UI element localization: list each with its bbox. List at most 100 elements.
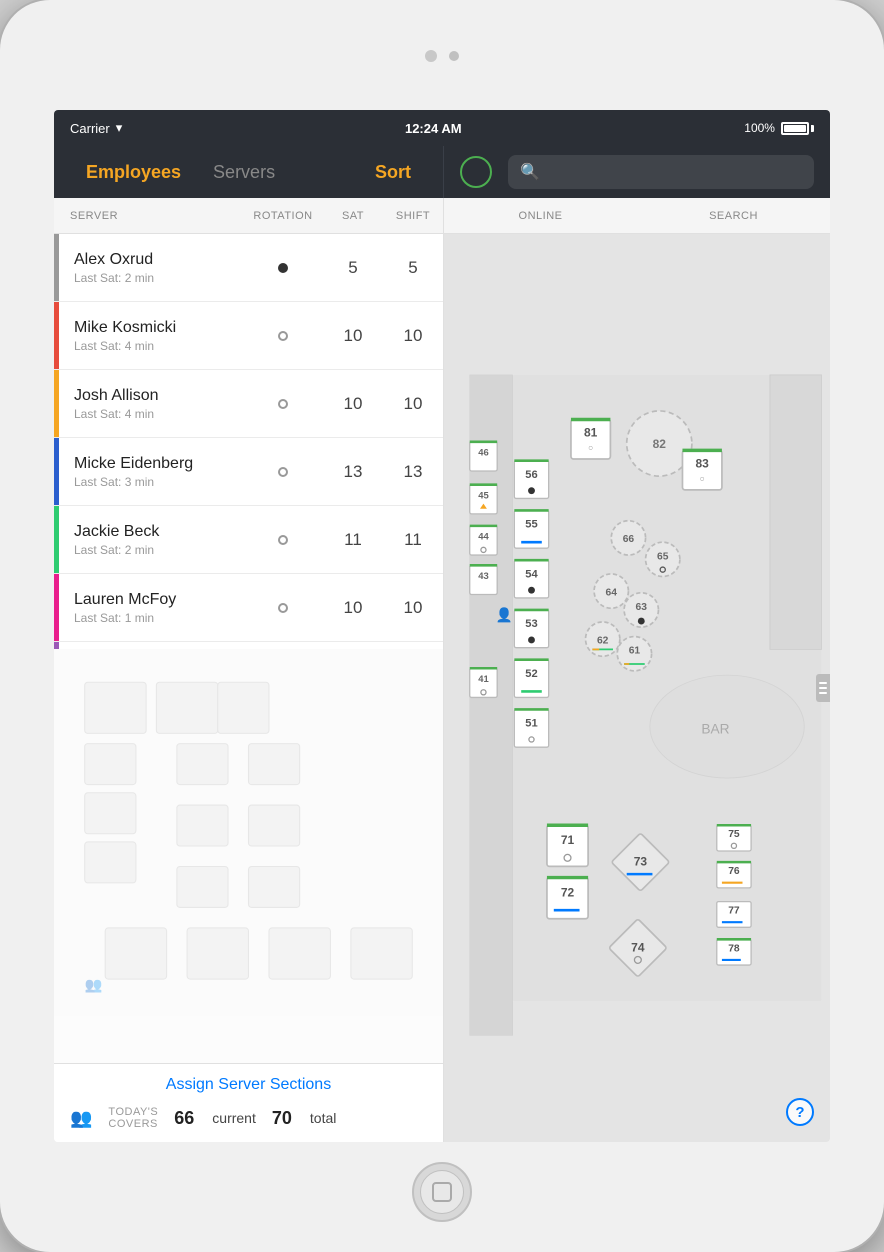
carrier-label: Carrier [70, 121, 110, 136]
employee-sub: Last Sat: 2 min [74, 543, 243, 557]
sat-cell: 10 [323, 598, 383, 618]
employee-info: Jackie Beck Last Sat: 2 min [70, 523, 243, 557]
shift-cell: 10 [383, 326, 443, 346]
content-area: SERVER ROTATION SAT SHIFT Alex Oxrud Las… [54, 198, 830, 1142]
svg-text:43: 43 [478, 570, 488, 581]
device: Carrier ▾ 12:24 AM 100% Employees Server… [0, 0, 884, 1252]
covers-row: 👥 TODAY'SCOVERS 66 current 70 total [70, 1106, 427, 1130]
svg-text:54: 54 [525, 568, 538, 580]
employee-color-bar [54, 234, 59, 301]
svg-text:72: 72 [561, 885, 575, 899]
svg-text:77: 77 [728, 906, 740, 917]
status-right: 100% [744, 121, 814, 135]
rotation-dot-empty [278, 331, 288, 341]
svg-text:82: 82 [653, 437, 667, 451]
svg-text:63: 63 [636, 602, 648, 613]
employee-sub: Last Sat: 3 min [74, 475, 243, 489]
employee-color-bar [54, 574, 59, 641]
nav-right: 🔍 [444, 146, 830, 198]
covers-label-block: TODAY'SCOVERS [108, 1106, 158, 1130]
employee-sub: Last Sat: 1 min [74, 611, 243, 625]
header-sat: SAT [323, 198, 383, 233]
svg-text:75: 75 [728, 829, 740, 840]
sat-cell: 11 [323, 530, 383, 550]
rotation-cell [243, 535, 323, 545]
shift-cell: 13 [383, 462, 443, 482]
employee-list: Alex Oxrud Last Sat: 2 min55Mike Kosmick… [54, 234, 443, 649]
svg-text:44: 44 [478, 531, 489, 542]
screen: Carrier ▾ 12:24 AM 100% Employees Server… [54, 110, 830, 1142]
nav-bar: Employees Servers Sort 🔍 [54, 146, 830, 198]
tab-servers[interactable]: Servers [197, 146, 291, 198]
svg-text:66: 66 [623, 534, 635, 545]
rotation-cell [243, 467, 323, 477]
employee-row[interactable]: Mike Kosmicki Last Sat: 4 min 1010 [54, 302, 443, 370]
search-box[interactable]: 🔍 [508, 155, 814, 189]
svg-text:○: ○ [588, 442, 593, 452]
rotation-dot-empty [278, 467, 288, 477]
battery-percent: 100% [744, 121, 775, 135]
svg-text:BAR: BAR [701, 721, 729, 736]
svg-text:56: 56 [525, 469, 537, 481]
floor-map: ONLINE SEARCH [444, 198, 830, 1142]
employee-row[interactable]: Josh Allison Last Sat: 4 min1010 [54, 370, 443, 438]
svg-text:62: 62 [597, 635, 609, 646]
rotation-dot-empty [278, 603, 288, 613]
employee-color-bar [54, 302, 59, 369]
right-panel [816, 674, 830, 702]
floor-plan-svg: BAR 81 ○ 82 [444, 234, 830, 1142]
panel-line-2 [819, 687, 827, 689]
employee-name: Micke Eidenberg [74, 455, 243, 473]
rotation-cell [243, 331, 323, 341]
employee-name: Jackie Beck [74, 523, 243, 541]
header-server: SERVER [70, 198, 243, 233]
employee-row[interactable]: Lauren McFoy Last Sat: 1 min1010 [54, 574, 443, 642]
employee-color-bar [54, 370, 59, 437]
svg-text:41: 41 [478, 673, 488, 684]
header-online: ONLINE [444, 198, 637, 233]
rotation-dot-empty [278, 535, 288, 545]
sort-button[interactable]: Sort [359, 146, 427, 198]
header-shift: SHIFT [383, 198, 443, 233]
sat-cell: 13 [323, 462, 383, 482]
rotation-cell [243, 263, 323, 273]
home-button[interactable] [412, 1162, 472, 1222]
status-left: Carrier ▾ [70, 120, 122, 136]
sat-cell: 5 [323, 258, 383, 278]
shift-cell: 10 [383, 394, 443, 414]
employee-row[interactable]: Jackie Beck Last Sat: 2 min1111 [54, 506, 443, 574]
current-label: current [212, 1110, 256, 1126]
sat-cell: 10 [323, 394, 383, 414]
employee-name: Josh Allison [74, 387, 243, 405]
sat-cell: 10 [323, 326, 383, 346]
svg-text:53: 53 [525, 618, 537, 630]
shift-cell: 10 [383, 598, 443, 618]
wifi-icon: ▾ [116, 120, 123, 136]
covers-label: TODAY'SCOVERS [108, 1106, 158, 1130]
bottom-panel: Assign Server Sections 👥 TODAY'SCOVERS 6… [54, 1063, 443, 1142]
assign-link[interactable]: Assign Server Sections [70, 1076, 427, 1094]
employee-row[interactable]: Micke Eidenberg Last Sat: 3 min 1313 [54, 438, 443, 506]
rotation-dot-empty [278, 399, 288, 409]
employee-info: Mike Kosmicki Last Sat: 4 min [70, 319, 243, 353]
header-rotation: ROTATION [243, 198, 323, 233]
svg-text:45: 45 [478, 489, 488, 500]
svg-text:👤: 👤 [495, 606, 512, 623]
header-search: SEARCH [637, 198, 830, 233]
svg-text:○: ○ [700, 473, 705, 483]
svg-text:78: 78 [728, 943, 740, 954]
rotation-cell [243, 399, 323, 409]
online-indicator [460, 156, 492, 188]
help-button[interactable]: ? [786, 1098, 814, 1126]
employee-row[interactable]: Alex Oxrud Last Sat: 2 min55 [54, 234, 443, 302]
svg-text:👥: 👥 [85, 977, 103, 993]
total-num: 70 [272, 1108, 292, 1129]
covers-icon: 👥 [70, 1108, 92, 1129]
employee-sub: Last Sat: 2 min [74, 271, 243, 285]
battery-icon [781, 122, 814, 135]
svg-text:71: 71 [561, 833, 575, 847]
tab-employees[interactable]: Employees [70, 146, 197, 198]
map-preview: 👥 [54, 649, 443, 1064]
svg-text:64: 64 [606, 587, 618, 598]
device-camera-area [425, 50, 459, 62]
